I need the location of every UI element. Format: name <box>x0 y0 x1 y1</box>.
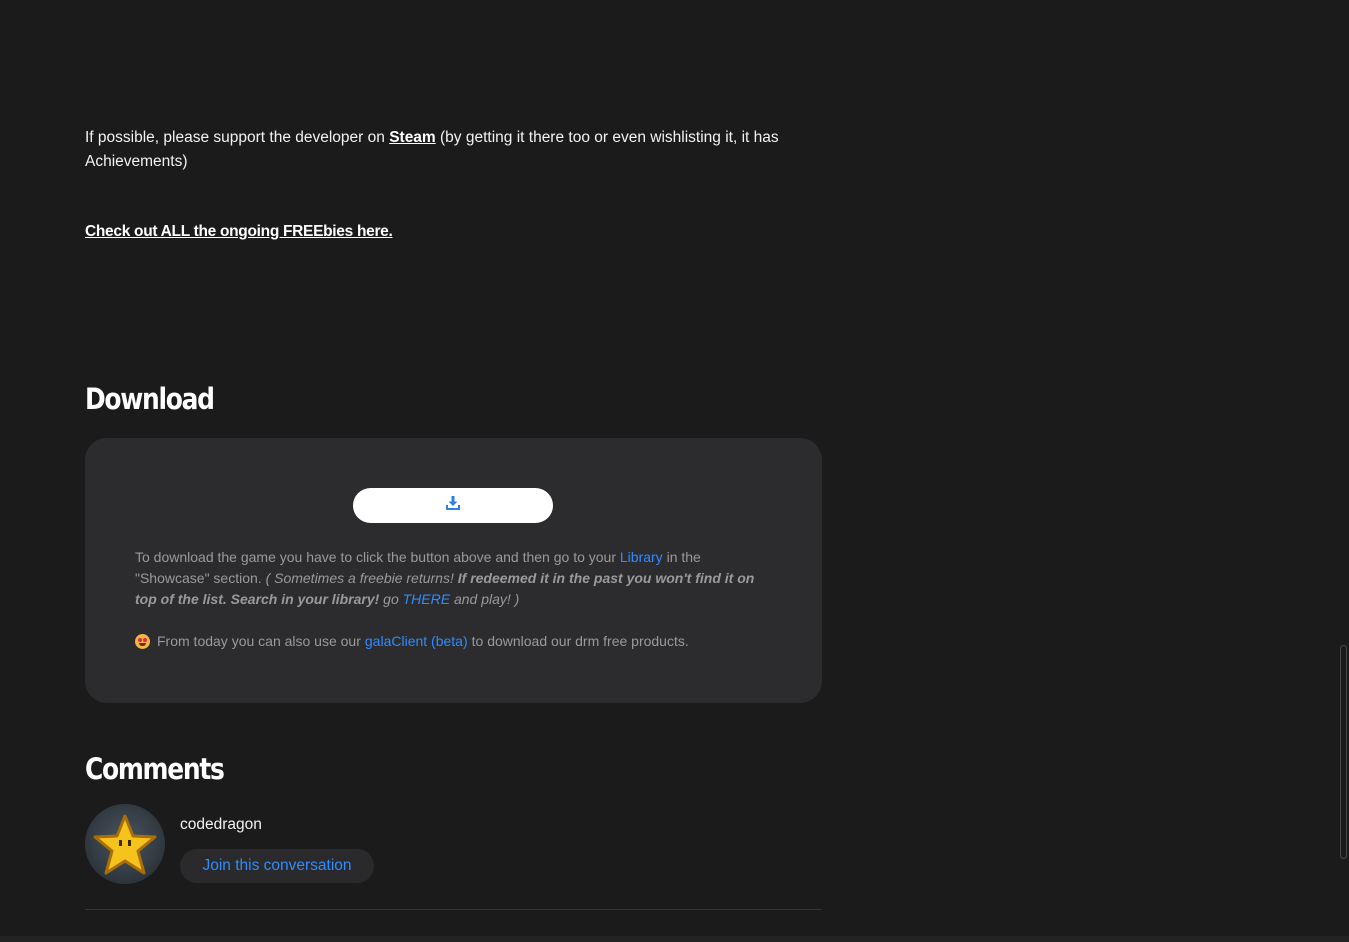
download-panel: To download the game you have to click t… <box>85 438 822 703</box>
page: If possible, please support the develope… <box>0 0 1349 942</box>
library-link[interactable]: Library <box>620 549 663 565</box>
galaclient-notice: From today you can also use our galaClie… <box>135 631 775 652</box>
galaclient-link[interactable]: galaClient (beta) <box>365 631 468 652</box>
client-text-before: From today you can also use our <box>157 633 361 649</box>
avatar[interactable] <box>85 804 165 884</box>
divider <box>85 909 822 910</box>
download-heading: Download <box>85 382 215 416</box>
there-link[interactable]: THERE <box>403 591 450 607</box>
freebies-link[interactable]: Check out ALL the ongoing FREEbies here. <box>85 223 393 241</box>
scrollbar-thumb[interactable] <box>1340 645 1347 859</box>
star-avatar-icon <box>93 814 157 875</box>
download-button[interactable] <box>353 488 553 523</box>
comment-username: codedragon <box>180 816 262 833</box>
instructions-italic-2: go <box>379 591 403 607</box>
client-text-after: to download our drm free products. <box>471 633 689 649</box>
join-conversation-button[interactable]: Join this conversation <box>180 849 374 883</box>
bottom-edge <box>0 936 1349 942</box>
star-struck-emoji-icon <box>135 634 150 649</box>
support-developer-text: If possible, please support the develope… <box>85 126 830 174</box>
steam-link[interactable]: Steam <box>389 129 436 146</box>
comments-heading: Comments <box>85 752 225 786</box>
instructions-italic-1: ( Sometimes a freebie returns! <box>265 570 458 586</box>
instructions-italic-3: and play! ) <box>450 591 520 607</box>
support-text-before: If possible, please support the develope… <box>85 129 390 146</box>
instructions-text-1: To download the game you have to click t… <box>135 549 620 565</box>
download-instructions: To download the game you have to click t… <box>135 547 775 610</box>
download-icon <box>445 495 461 516</box>
